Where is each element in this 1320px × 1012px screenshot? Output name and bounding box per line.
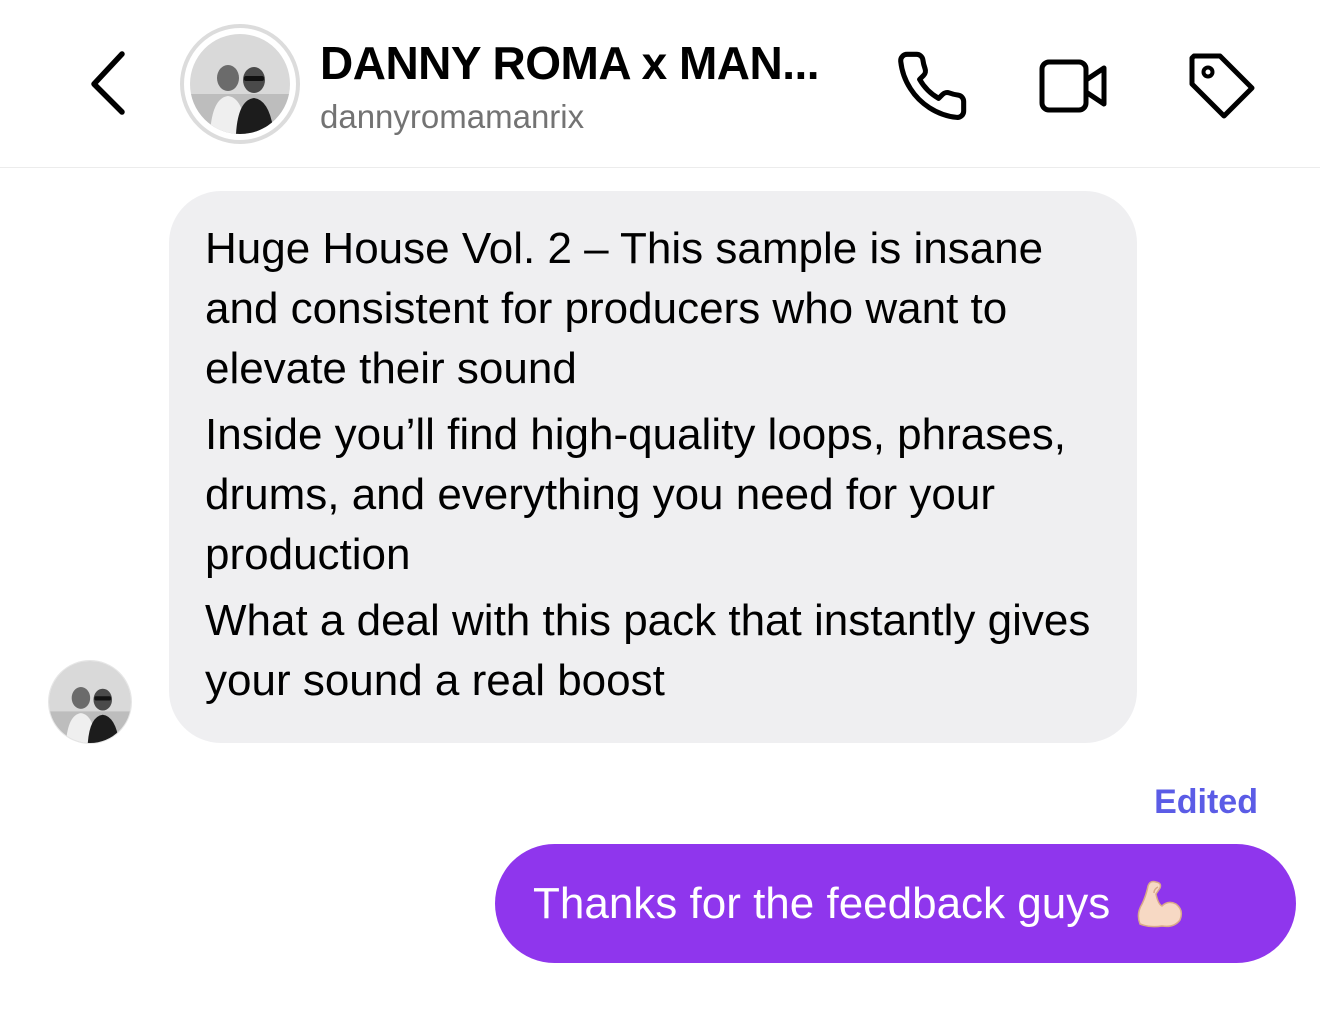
outgoing-message-bubble[interactable]: Thanks for the feedback guys bbox=[495, 844, 1296, 963]
phone-icon bbox=[898, 51, 967, 120]
message-paragraph: Huge House Vol. 2 – This sample is insan… bbox=[205, 224, 1044, 393]
chat-username: dannyromamanrix bbox=[320, 98, 585, 135]
chevron-left-icon bbox=[91, 51, 125, 115]
flexed-biceps-icon bbox=[1137, 880, 1183, 927]
tag-button[interactable] bbox=[1184, 48, 1260, 124]
chat-title[interactable]: DANNY ROMA x MAN... bbox=[320, 36, 865, 90]
message-paragraph: What a deal with this pack that instantl… bbox=[205, 596, 1091, 705]
tag-icon bbox=[1189, 53, 1255, 119]
edited-label[interactable]: Edited bbox=[1154, 783, 1258, 822]
call-button[interactable] bbox=[894, 48, 970, 124]
sender-avatar[interactable] bbox=[48, 660, 132, 744]
message-paragraph: Inside you’ll find high-quality loops, p… bbox=[205, 410, 1066, 579]
chat-header: DANNY ROMA x MAN... dannyromamanrix bbox=[0, 0, 1320, 168]
profile-avatar[interactable] bbox=[180, 24, 300, 144]
incoming-message-bubble[interactable]: Huge House Vol. 2 – This sample is insan… bbox=[169, 191, 1137, 743]
avatar-image bbox=[190, 34, 290, 134]
back-button[interactable] bbox=[80, 46, 140, 118]
avatar-image bbox=[49, 661, 131, 743]
video-call-button[interactable] bbox=[1036, 48, 1112, 124]
video-camera-icon bbox=[1039, 59, 1107, 113]
message-text: Thanks for the feedback guys bbox=[533, 878, 1111, 928]
